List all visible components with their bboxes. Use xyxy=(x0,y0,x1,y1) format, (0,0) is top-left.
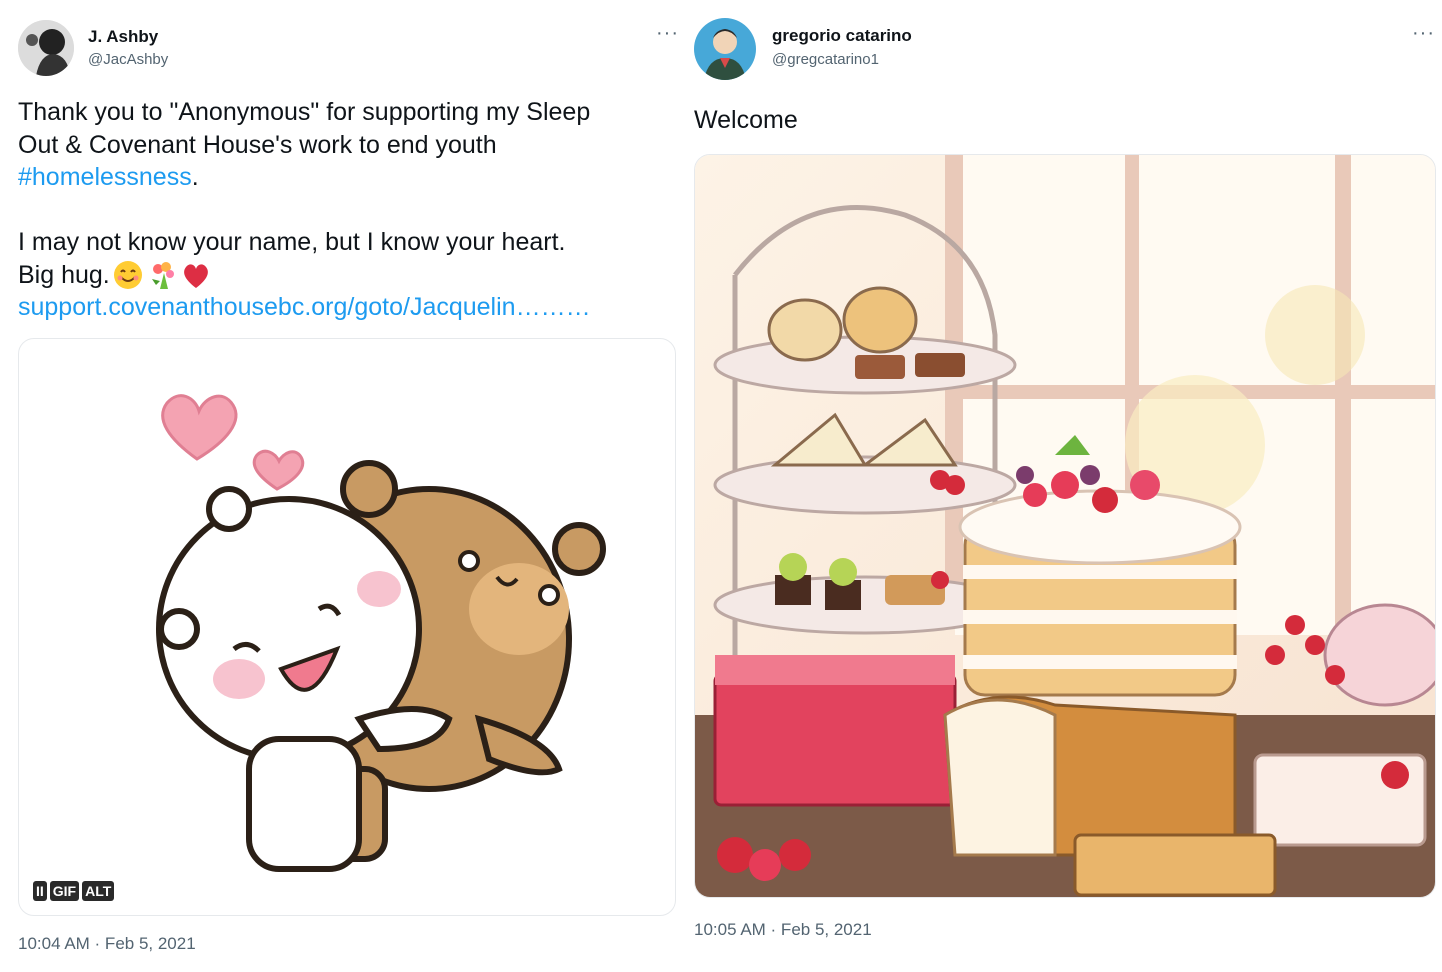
tweet-text-line: Out & Covenant House's work to end youth xyxy=(18,130,497,159)
timestamp[interactable]: 10:04 AM · Feb 5, 2021 xyxy=(18,934,196,954)
hugging-bears-gif xyxy=(156,394,606,872)
smiling-face-icon xyxy=(113,260,142,289)
display-name[interactable]: J. Ashby xyxy=(88,27,158,47)
afternoon-tea-illustration xyxy=(695,155,1435,897)
more-options-icon[interactable]: ··· xyxy=(1412,22,1435,45)
user-handle[interactable]: @JacAshby xyxy=(88,51,168,68)
user-handle[interactable]: @gregcatarino1 xyxy=(772,51,879,68)
gif-media[interactable]: II GIF ALT xyxy=(18,338,676,916)
tweet-text-line: Big hug. xyxy=(18,260,110,289)
bouquet-icon xyxy=(151,261,174,289)
url-link[interactable]: support.covenanthousebc.org/goto/Jacquel… xyxy=(18,293,541,321)
more-options-icon[interactable]: ··· xyxy=(656,22,679,45)
tweet-text: Thank you to "Anonymous" for supporting … xyxy=(18,96,678,324)
avatar-jacashby[interactable] xyxy=(18,20,74,76)
alt-text-button[interactable]: ALT xyxy=(82,881,115,901)
tweet-text-punctuation: . xyxy=(191,163,199,191)
tweet-text: Welcome xyxy=(694,106,798,134)
tweet-text-line: I may not know your name, but I know you… xyxy=(18,228,566,256)
timestamp[interactable]: 10:05 AM · Feb 5, 2021 xyxy=(694,920,872,940)
gif-badge: GIF xyxy=(49,881,80,901)
url-tail: …… xyxy=(540,293,591,321)
display-name[interactable]: gregorio catarino xyxy=(772,26,912,46)
red-heart-icon xyxy=(183,264,208,288)
avatar-gregcatarino[interactable] xyxy=(694,18,756,80)
image-media[interactable] xyxy=(694,154,1436,898)
hashtag-link[interactable]: #homelessness xyxy=(18,163,192,191)
tweet-gregcatarino: gregorio catarino @gregcatarino1 ··· Wel… xyxy=(690,0,1442,972)
tweet-jacashby: J. Ashby @JacAshby ··· Thank you to "Ano… xyxy=(0,0,690,972)
pause-button[interactable]: II xyxy=(33,881,47,901)
tweet-text-line: Thank you to "Anonymous" for supporting … xyxy=(18,98,591,126)
media-badges: II GIF ALT xyxy=(33,881,115,901)
